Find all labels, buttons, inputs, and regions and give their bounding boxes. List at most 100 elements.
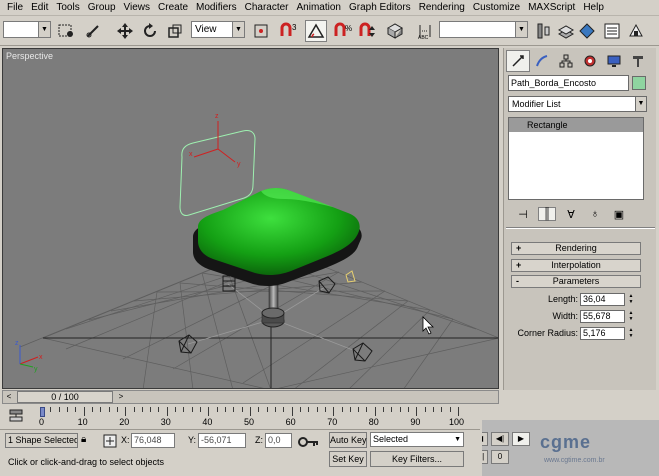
reference-coordinate-dropdown[interactable]: View ▼ [191,21,245,38]
menu-views[interactable]: Views [120,2,155,13]
previous-frame-icon[interactable]: ◀| [491,432,509,446]
track-tick [433,407,435,412]
go-to-start-icon[interactable]: |◀ [482,432,488,446]
track-tick-label: 80 [368,417,379,427]
menu-graph-editors[interactable]: Graph Editors [345,2,415,13]
menu-customize[interactable]: Customize [469,2,524,13]
width-spinner-icon[interactable]: ▲ ▼ [627,310,635,323]
modifier-list-label: Modifier List [512,99,561,109]
corner-radius-input[interactable]: 5,176 [580,327,625,340]
menu-character[interactable]: Character [241,2,293,13]
chevron-down-icon: ▼ [38,22,50,37]
length-input[interactable]: 36,04 [580,293,625,306]
mirror-icon[interactable]: ABC [414,20,436,42]
menu-file[interactable]: File [3,2,27,13]
display-tab-icon[interactable] [602,50,626,72]
parameters-rollout[interactable]: - Parameters [511,275,641,288]
menu-help[interactable]: Help [579,2,608,13]
absolute-mode-icon[interactable] [103,434,117,448]
time-next-icon[interactable]: > [115,391,127,403]
lock-selection-icon[interactable]: 🔒︎ [81,434,95,448]
corner-radius-spinner-icon[interactable]: ▲ ▼ [627,327,635,340]
y-coordinate-input[interactable]: -56,071 [198,433,246,448]
layer-manager-icon[interactable] [555,20,577,42]
track-tick [100,407,102,412]
track-tick [449,407,451,412]
snap-3d-icon[interactable]: 3 [278,20,300,42]
create-tab-icon[interactable] [506,50,530,72]
named-selection-dropdown[interactable]: ▼ [439,21,528,38]
auto-key-button[interactable]: Auto Key [329,432,367,448]
hierarchy-tab-icon[interactable] [554,50,578,72]
pivot-center-icon[interactable] [250,20,272,42]
key-filters-button[interactable]: Key Filters... [370,451,464,467]
current-frame-field[interactable]: 0 [491,450,509,464]
width-input[interactable]: 55,678 [580,310,625,323]
select-and-rotate-icon[interactable] [139,20,161,42]
percent-snap-icon[interactable]: % [332,20,354,42]
perspective-viewport[interactable]: z y x z x y Perspective [2,48,499,389]
material-editor-icon[interactable] [576,20,598,42]
object-name-field[interactable]: Path_Borda_Encosto [508,75,629,91]
align-icon[interactable] [533,20,555,42]
edit-named-selection-icon[interactable] [384,20,406,42]
spinner-snap-icon[interactable] [357,20,379,42]
menu-modifiers[interactable]: Modifiers [192,2,241,13]
panel-separator [506,227,655,229]
menu-create[interactable]: Create [154,2,192,13]
time-prev-icon[interactable]: < [3,391,15,403]
select-and-link-icon[interactable] [82,20,104,42]
key-mode-dropdown[interactable]: Selected ▼ [370,432,464,447]
svg-text:z: z [215,113,219,120]
menu-animation[interactable]: Animation [293,2,345,13]
chevron-down-icon: ▼ [635,97,646,111]
track-tick [283,407,285,412]
selection-filter-dropdown[interactable]: ▼ [3,21,51,38]
track-tick [183,407,185,412]
remove-modifier-icon[interactable]: ♁ [586,208,604,220]
time-slider-thumb[interactable]: 0 / 100 [17,391,113,403]
set-key-button[interactable]: Set Key [329,451,367,467]
time-slider[interactable]: < 0 / 100 > [2,390,499,404]
stack-item-rectangle[interactable]: Rectangle [509,118,643,132]
modify-tab-icon[interactable] [530,50,554,72]
parameters-rollout-title: Parameters [552,276,600,286]
modifier-list-dropdown[interactable]: Modifier List ▼ [508,96,647,112]
interpolation-rollout[interactable]: + Interpolation [511,259,641,272]
track-tick-label: 50 [244,417,255,427]
motion-tab-icon[interactable] [578,50,602,72]
utilities-tab-icon[interactable] [626,50,650,72]
make-unique-icon[interactable]: ∀ [562,208,580,221]
select-object-icon[interactable] [55,20,77,42]
track-bar[interactable]: 0 10 20 30 40 50 60 70 80 90 100 [0,405,500,429]
set-key-icon[interactable] [298,436,320,448]
schematic-view-icon[interactable] [601,20,623,42]
svg-text:3: 3 [292,23,297,32]
z-coordinate-input[interactable]: 0,0 [265,433,292,448]
viewport-label[interactable]: Perspective [6,51,53,61]
menu-tools[interactable]: Tools [52,2,83,13]
pin-stack-icon[interactable]: ⊣ [514,208,532,221]
length-spinner-icon[interactable]: ▲ ▼ [627,293,635,306]
key-mode-toggle-icon[interactable]: |◀| [482,450,488,464]
select-and-scale-icon[interactable] [164,20,186,42]
select-and-move-icon[interactable] [114,20,136,42]
show-end-result-icon[interactable]: ║ [538,207,556,221]
render-scene-icon[interactable] [625,20,647,42]
object-color-swatch[interactable] [632,76,646,90]
track-tick [175,407,177,412]
menu-rendering[interactable]: Rendering [415,2,469,13]
track-tick [341,407,343,412]
menu-maxscript[interactable]: MAXScript [524,2,579,13]
menu-edit[interactable]: Edit [27,2,52,13]
track-bar-config-icon[interactable] [8,408,24,424]
configure-modifier-sets-icon[interactable]: ▣ [610,208,628,221]
menu-group[interactable]: Group [84,2,120,13]
x-coordinate-input[interactable]: 76,048 [131,433,175,448]
y-label: Y: [188,435,197,445]
play-icon[interactable]: ▶ [512,432,530,446]
rendering-rollout[interactable]: + Rendering [511,242,641,255]
angle-snap-icon[interactable] [305,20,327,42]
track-tick-label: 60 [285,417,296,427]
current-frame-marker [40,407,45,417]
